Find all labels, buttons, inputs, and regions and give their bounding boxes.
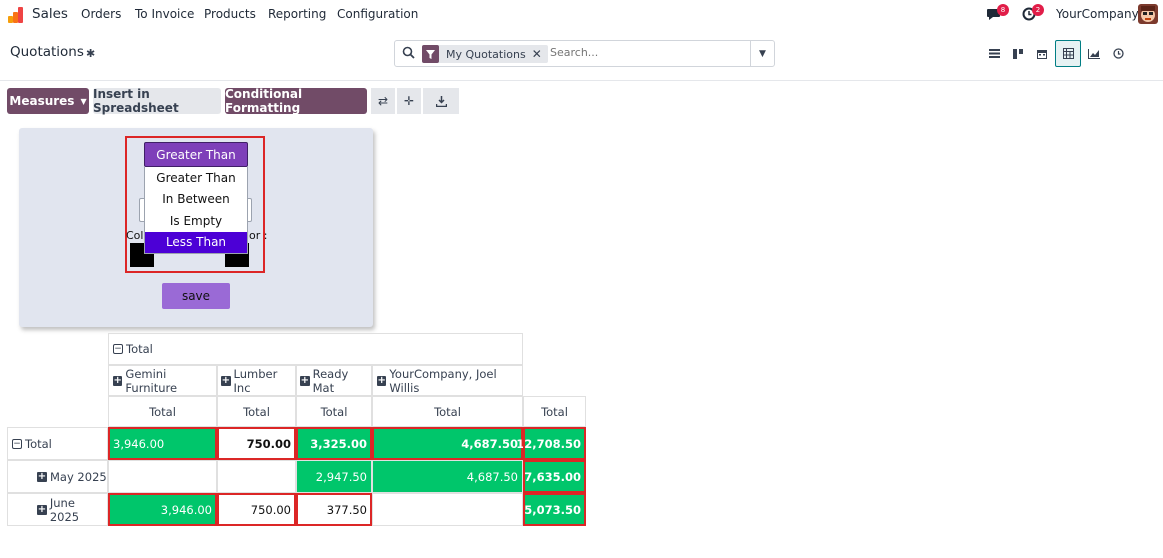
cell-may-lumber[interactable] <box>217 460 296 493</box>
search-options-toggle[interactable]: ▼ <box>750 41 774 66</box>
cell-may-yourcompany[interactable]: 4,687.50 <box>372 460 523 493</box>
expand-all-icon[interactable]: ✛ <box>397 88 421 114</box>
option-greater-than[interactable]: Greater Than <box>145 167 247 189</box>
measure-header: Total <box>217 396 296 427</box>
col-label: Lumber Inc <box>233 366 278 395</box>
collapse-icon: − <box>12 438 22 449</box>
pivot-icon[interactable] <box>1055 40 1081 67</box>
activity-badge: 2 <box>1032 4 1044 16</box>
measures-label: Measures <box>9 94 75 108</box>
expand-icon: + <box>37 470 47 482</box>
measures-button[interactable]: Measures ▼ <box>7 88 89 114</box>
expand-icon: + <box>37 503 47 515</box>
cell-june-gemini[interactable]: 3,946.00 <box>108 493 217 526</box>
color-label-left: Col <box>126 229 144 242</box>
pivot-col-yourcompany[interactable]: + YourCompany, Joel Willis <box>372 365 523 396</box>
menu-configuration[interactable]: Configuration <box>337 7 418 21</box>
row-label: June 2025 <box>49 495 80 524</box>
row-label: Total <box>25 436 52 451</box>
activity-icon[interactable] <box>1107 40 1129 67</box>
remove-facet-icon[interactable]: ✕ <box>532 47 548 61</box>
color-label-right: lor : <box>246 229 268 242</box>
view-switcher <box>983 40 1131 67</box>
col-label: Ready Mat <box>312 366 349 395</box>
row-header-total[interactable]: − Total <box>7 427 108 460</box>
facet-label: My Quotations <box>446 47 526 61</box>
expand-icon: + <box>377 374 387 386</box>
insert-spreadsheet-button[interactable]: Insert in Spreadsheet <box>93 87 221 115</box>
sales-app-icon[interactable] <box>8 7 24 23</box>
menu-reporting[interactable]: Reporting <box>268 7 326 21</box>
expand-icon: + <box>221 374 231 386</box>
cell-total-gemini[interactable]: 3,946.00 <box>108 427 217 460</box>
page-title[interactable]: Quotations <box>10 44 84 60</box>
calendar-icon[interactable] <box>1031 40 1053 67</box>
pivot-col-header-total[interactable]: − Total <box>108 333 523 365</box>
kanban-icon[interactable] <box>1007 40 1029 67</box>
row-header-june-2025[interactable]: + June 2025 <box>7 493 108 526</box>
chat-badge: 8 <box>997 4 1009 16</box>
measure-header: Total <box>523 396 586 427</box>
list-icon[interactable] <box>983 40 1005 67</box>
pivot-col-lumber[interactable]: + Lumber Inc <box>217 365 296 396</box>
collapse-icon: − <box>113 344 123 354</box>
option-is-empty[interactable]: Is Empty <box>145 210 247 232</box>
condition-select[interactable]: Greater Than <box>144 142 248 167</box>
condition-dropdown: Greater Than In Between Is Empty Less Th… <box>144 167 248 254</box>
search-bar[interactable]: My Quotations ✕ ▼ <box>394 40 775 67</box>
cell-may-gemini[interactable] <box>108 460 217 493</box>
menu-products[interactable]: Products <box>204 7 256 21</box>
save-button[interactable]: save <box>162 283 230 309</box>
user-avatar[interactable] <box>1138 4 1158 24</box>
app-name[interactable]: Sales <box>32 6 68 22</box>
cell-total-lumber[interactable]: 750.00 <box>217 427 296 460</box>
pivot-col-gemini[interactable]: + Gemini Furniture <box>108 365 217 396</box>
filter-icon <box>422 45 439 63</box>
expand-icon: + <box>113 374 123 386</box>
filter-facet: My Quotations ✕ <box>422 45 548 63</box>
measure-header: Total <box>372 396 523 427</box>
cell-total-yourcompany[interactable]: 4,687.50 <box>372 427 523 460</box>
cell-june-readymat[interactable]: 377.50 <box>296 493 372 526</box>
download-icon[interactable] <box>423 88 459 114</box>
cell-june-lumber[interactable]: 750.00 <box>217 493 296 526</box>
pivot-col-ready-mat[interactable]: + Ready Mat <box>296 365 372 396</box>
col-label: YourCompany, Joel Willis <box>389 366 497 395</box>
caret-down-icon: ▼ <box>80 96 87 106</box>
measure-header: Total <box>296 396 372 427</box>
flip-axis-icon[interactable]: ⇄ <box>371 88 395 114</box>
search-input[interactable] <box>550 46 740 59</box>
header-divider <box>0 80 1163 81</box>
option-less-than[interactable]: Less Than <box>145 231 247 253</box>
cell-june-total[interactable]: 5,073.50 <box>523 493 586 526</box>
search-icon[interactable] <box>402 46 415 59</box>
cell-may-total[interactable]: 7,635.00 <box>523 460 586 493</box>
row-header-may-2025[interactable]: + May 2025 <box>7 460 108 493</box>
pivot-top-header-label: Total <box>126 342 153 356</box>
top-navbar: Sales Orders To Invoice Products Reporti… <box>0 0 1163 30</box>
conditional-formatting-button[interactable]: Conditional Formatting <box>225 87 367 115</box>
menu-to-invoice[interactable]: To Invoice <box>135 7 194 21</box>
row-label: May 2025 <box>50 469 107 484</box>
cell-total-total[interactable]: 12,708.50 <box>516 427 586 460</box>
menu-orders[interactable]: Orders <box>81 7 121 21</box>
option-in-between[interactable]: In Between <box>145 189 247 211</box>
cell-may-readymat[interactable]: 2,947.50 <box>296 460 372 493</box>
measure-header: Total <box>108 396 217 427</box>
col-label: Gemini Furniture <box>125 366 178 395</box>
graph-icon[interactable] <box>1083 40 1105 67</box>
expand-icon: + <box>300 374 310 386</box>
cell-june-yourcompany[interactable] <box>372 493 523 526</box>
company-switcher[interactable]: YourCompany <box>1056 7 1139 21</box>
gear-icon[interactable]: ✱ <box>86 47 95 60</box>
cell-total-readymat[interactable]: 3,325.00 <box>296 427 372 460</box>
